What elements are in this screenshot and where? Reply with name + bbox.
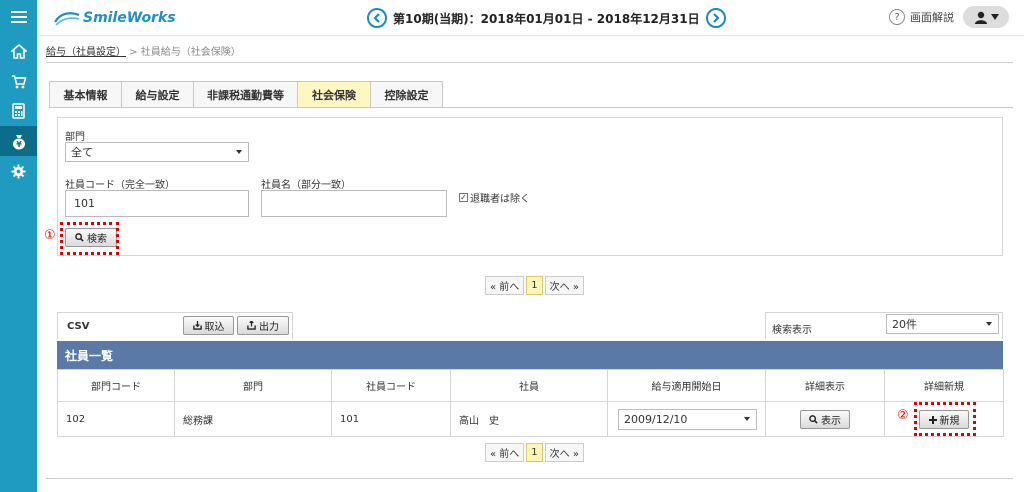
user-menu-button[interactable] bbox=[963, 6, 1009, 28]
cell-dept: 総務課 bbox=[174, 401, 332, 437]
tab-commute-allowance[interactable]: 非課税通勤費等 bbox=[193, 81, 297, 108]
view-detail-label: 表示 bbox=[821, 416, 841, 427]
next-period-button[interactable] bbox=[705, 8, 726, 28]
table-row: 102 総務課 101 高山 史 2009/12/10 表示 新規 bbox=[57, 401, 1004, 437]
cell-start-date: 2009/12/10 bbox=[607, 401, 766, 437]
emp-code-input[interactable] bbox=[65, 190, 249, 217]
col-start-date: 給与適用開始日 bbox=[607, 369, 766, 402]
pager-prev-button[interactable]: « 前へ bbox=[485, 276, 525, 295]
menu-icon[interactable] bbox=[0, 2, 37, 32]
breadcrumb-separator: > bbox=[126, 47, 141, 58]
gear-icon[interactable] bbox=[0, 156, 37, 186]
export-tray-icon bbox=[247, 321, 256, 330]
svg-text:¥: ¥ bbox=[16, 140, 22, 149]
col-emp: 社員 bbox=[450, 369, 608, 402]
marker-number-2: ② bbox=[897, 408, 909, 423]
chevron-left-icon bbox=[373, 13, 380, 23]
cell-detail-view: 表示 bbox=[765, 401, 885, 437]
emp-code-label: 社員コード（完全一致） bbox=[65, 180, 175, 191]
pager-next-button[interactable]: 次へ » bbox=[544, 443, 584, 462]
exclude-retired-label: 退職者は除く bbox=[470, 194, 530, 205]
csv-export-button[interactable]: 出力 bbox=[237, 316, 289, 335]
display-count-label: 検索表示 bbox=[772, 325, 812, 336]
checkbox-checked-icon: ✓ bbox=[459, 192, 468, 202]
display-count-value: 20件 bbox=[892, 318, 917, 331]
start-date-value: 2009/12/10 bbox=[624, 413, 688, 426]
help-label: 画面解説 bbox=[910, 11, 954, 24]
exclude-retired-checkbox[interactable]: ✓ 退職者は除く bbox=[459, 190, 530, 205]
display-count-select[interactable]: 20件 bbox=[886, 314, 999, 334]
import-tray-icon bbox=[192, 321, 202, 330]
prev-period-button[interactable] bbox=[367, 8, 387, 28]
highlight-marker-2 bbox=[914, 402, 976, 436]
tab-deduction-settings[interactable]: 控除設定 bbox=[370, 81, 443, 108]
dept-label: 部門 bbox=[65, 132, 85, 143]
employee-table: 部門コード 部門 社員コード 社員 給与適用開始日 詳細表示 詳細新規 102 … bbox=[57, 369, 1004, 437]
pager-page-1[interactable]: 1 bbox=[526, 443, 543, 462]
table-header-row: 部門コード 部門 社員コード 社員 給与適用開始日 詳細表示 詳細新規 bbox=[57, 369, 1004, 402]
breadcrumb-divider bbox=[46, 62, 1013, 63]
calculator-icon[interactable] bbox=[0, 96, 37, 126]
help-link[interactable]: ? 画面解説 bbox=[889, 9, 954, 25]
pager-next-button[interactable]: 次へ » bbox=[544, 276, 584, 295]
breadcrumb-parent[interactable]: 給与（社員設定） bbox=[46, 47, 126, 58]
start-date-select[interactable]: 2009/12/10 bbox=[618, 409, 757, 430]
cart-icon[interactable] bbox=[0, 66, 37, 96]
col-dept: 部門 bbox=[174, 369, 332, 402]
chevron-down-icon bbox=[744, 417, 750, 421]
display-count-box: 検索表示 20件 bbox=[765, 312, 1003, 339]
logo-swoosh-icon bbox=[54, 12, 80, 26]
dept-select[interactable]: 全て bbox=[65, 142, 249, 162]
chevron-right-icon bbox=[712, 13, 720, 23]
emp-name-input[interactable] bbox=[261, 190, 447, 217]
chevron-down-icon bbox=[236, 150, 242, 154]
tab-underline bbox=[49, 107, 1013, 108]
period-navigator: 第10期(当期)：2018年01月01日 - 2018年12月31日 bbox=[367, 7, 726, 29]
employee-list-title: 社員一覧 bbox=[57, 341, 1003, 369]
tab-social-insurance[interactable]: 社会保険 bbox=[297, 81, 370, 108]
cell-dept-code: 102 bbox=[57, 401, 175, 437]
user-icon bbox=[974, 11, 987, 24]
tab-basic-info[interactable]: 基本情報 bbox=[49, 81, 121, 108]
sidebar: ¥ bbox=[0, 0, 37, 492]
tab-salary-settings[interactable]: 給与設定 bbox=[121, 81, 193, 108]
question-icon: ? bbox=[889, 9, 905, 25]
money-bag-icon[interactable]: ¥ bbox=[0, 126, 37, 156]
cell-emp-code: 101 bbox=[331, 401, 451, 437]
header: SmileWorks 第10期(当期)：2018年01月01日 - 2018年1… bbox=[37, 0, 1024, 36]
app-logo[interactable]: SmileWorks bbox=[53, 8, 176, 28]
csv-import-button[interactable]: 取込 bbox=[183, 316, 234, 335]
search-panel: 部門 全て 社員コード（完全一致） 社員名（部分一致） ✓ 退職者は除く 検索 bbox=[57, 117, 1003, 256]
col-dept-code: 部門コード bbox=[57, 369, 175, 402]
csv-import-label: 取込 bbox=[204, 322, 225, 333]
content-bottom-divider bbox=[46, 478, 1013, 479]
pager-top: « 前へ 1 次へ » bbox=[485, 276, 586, 295]
highlight-marker-1 bbox=[60, 222, 119, 255]
view-detail-button[interactable]: 表示 bbox=[800, 410, 850, 429]
chevron-down-icon bbox=[986, 322, 992, 326]
col-detail-view: 詳細表示 bbox=[765, 369, 885, 402]
csv-toolbar: CSV 取込 出力 bbox=[57, 312, 293, 339]
marker-number-1: ① bbox=[44, 228, 56, 243]
csv-export-label: 出力 bbox=[259, 322, 279, 333]
search-icon bbox=[809, 415, 818, 424]
cell-emp: 高山 史 bbox=[450, 401, 608, 437]
pager-page-1[interactable]: 1 bbox=[526, 276, 543, 295]
dept-select-value: 全て bbox=[71, 146, 93, 159]
logo-text: SmileWorks bbox=[83, 10, 176, 26]
caret-down-icon bbox=[990, 14, 999, 20]
breadcrumb-current: 社員給与（社会保険） bbox=[140, 47, 241, 58]
emp-name-label: 社員名（部分一致） bbox=[261, 180, 351, 191]
col-detail-new: 詳細新規 bbox=[884, 369, 1004, 402]
pager-bottom: « 前へ 1 次へ » bbox=[485, 443, 586, 462]
csv-label: CSV bbox=[67, 321, 90, 332]
col-emp-code: 社員コード bbox=[331, 369, 451, 402]
home-icon[interactable] bbox=[0, 36, 37, 66]
period-label: 第10期(当期)：2018年01月01日 - 2018年12月31日 bbox=[393, 11, 700, 26]
pager-prev-button[interactable]: « 前へ bbox=[485, 443, 525, 462]
breadcrumb: 給与（社員設定） > 社員給与（社会保険） bbox=[46, 43, 241, 58]
tab-bar: 基本情報 給与設定 非課税通勤費等 社会保険 控除設定 bbox=[49, 81, 443, 108]
